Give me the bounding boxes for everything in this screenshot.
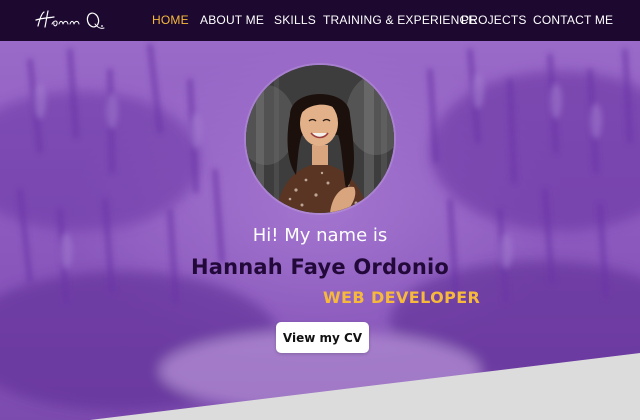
profile-avatar — [246, 65, 394, 213]
nav-projects[interactable]: PROJECTS — [461, 13, 527, 27]
nav-contact-me[interactable]: CONTACT ME — [533, 13, 613, 27]
site-logo[interactable] — [32, 6, 112, 34]
hero-section: Hi! My name is Hannah Faye Ordonio WEB D… — [0, 41, 640, 420]
portfolio-page: HOME ABOUT ME SKILLS TRAINING & EXPERIEN… — [0, 0, 640, 420]
nav-home[interactable]: HOME — [152, 13, 189, 27]
hero-role: WEB DEVELOPER — [323, 288, 481, 307]
view-cv-button[interactable]: View my CV — [276, 322, 369, 353]
hero-greeting: Hi! My name is — [252, 225, 388, 246]
profile-photo — [246, 65, 394, 213]
nav-training-experience[interactable]: TRAINING & EXPERIENCE — [323, 13, 477, 27]
nav-about-me[interactable]: ABOUT ME — [200, 13, 264, 27]
logo-signature-icon — [35, 10, 105, 29]
nav-skills[interactable]: SKILLS — [274, 13, 316, 27]
top-navbar: HOME ABOUT ME SKILLS TRAINING & EXPERIEN… — [0, 0, 640, 41]
hero-name: Hannah Faye Ordonio — [190, 255, 449, 279]
